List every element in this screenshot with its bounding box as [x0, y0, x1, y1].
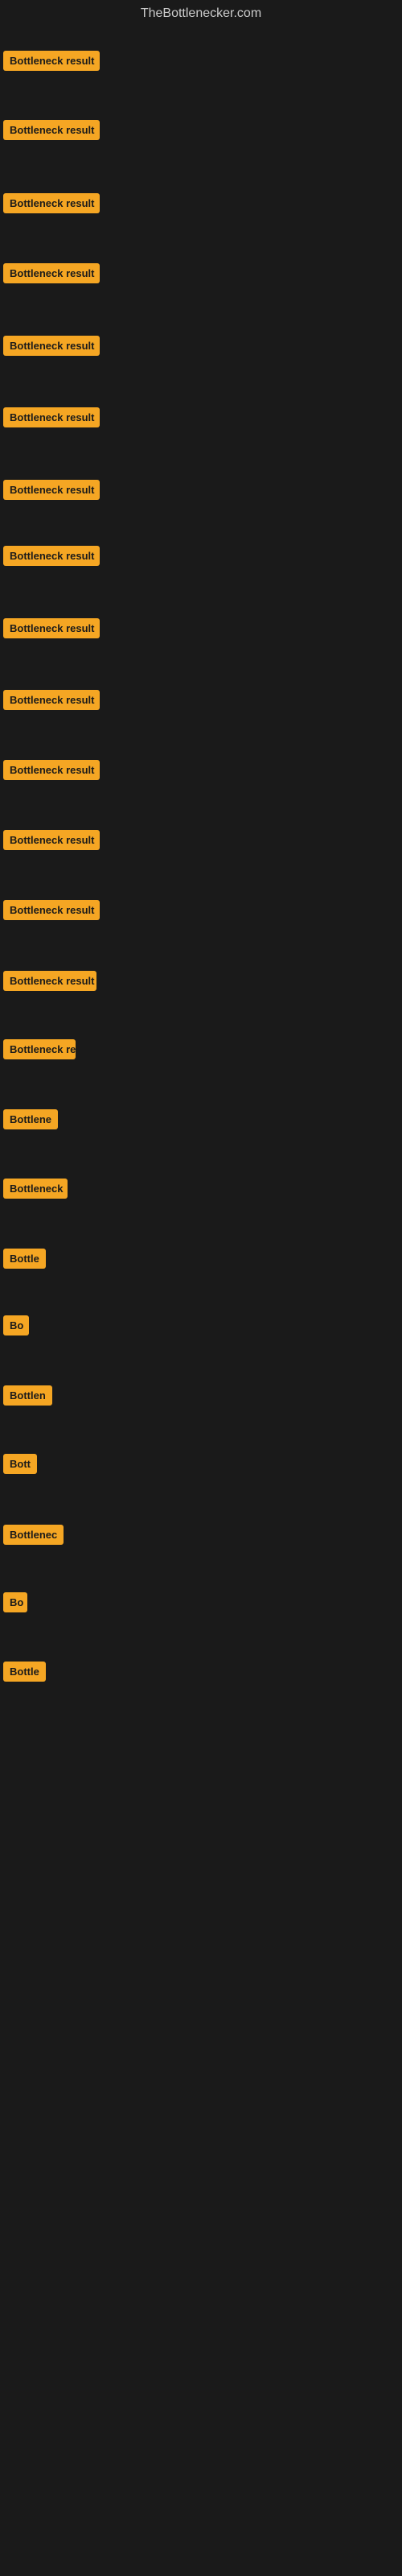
list-item: Bottleneck result — [0, 613, 103, 647]
bottleneck-badge[interactable]: Bottleneck — [3, 1179, 68, 1199]
list-item: Bottleneck result — [0, 966, 100, 1000]
list-item: Bottleneck result — [0, 475, 103, 509]
bottleneck-badge[interactable]: Bo — [3, 1592, 27, 1612]
bottleneck-badge[interactable]: Bottleneck result — [3, 336, 100, 356]
bottleneck-badge[interactable]: Bottleneck result — [3, 690, 100, 710]
list-item: Bottle — [0, 1657, 49, 1690]
list-item: Bottlene — [0, 1104, 61, 1138]
bottleneck-badge[interactable]: Bottleneck result — [3, 760, 100, 780]
list-item: Bottleneck result — [0, 402, 103, 436]
bottleneck-badge[interactable]: Bottleneck result — [3, 830, 100, 850]
list-item: Bottleneck result — [0, 258, 103, 292]
list-item: Bo — [0, 1587, 31, 1621]
list-item: Bottleneck result — [0, 825, 103, 859]
page-container: TheBottlenecker.com Bottleneck result Bot… — [0, 0, 402, 2576]
bottleneck-badge[interactable]: Bottleneck result — [3, 618, 100, 638]
bottleneck-badge[interactable]: Bottlene — [3, 1109, 58, 1129]
list-item: Bottle — [0, 1244, 49, 1278]
bottleneck-badge[interactable]: Bottleneck result — [3, 480, 100, 500]
bottleneck-badge[interactable]: Bottleneck result — [3, 971, 96, 991]
bottleneck-badge[interactable]: Bo — [3, 1315, 29, 1335]
list-item: Bottleneck — [0, 1174, 71, 1208]
bottleneck-badge[interactable]: Bottle — [3, 1662, 46, 1682]
bottleneck-badge[interactable]: Bottleneck result — [3, 546, 100, 566]
bottleneck-badge[interactable]: Bott — [3, 1454, 37, 1474]
list-item: Bottleneck result — [0, 685, 103, 719]
list-item: Bottleneck result — [0, 895, 103, 929]
list-item: Bottlenec — [0, 1520, 67, 1554]
list-item: Bottlen — [0, 1381, 55, 1414]
bottleneck-badge[interactable]: Bottlen — [3, 1385, 52, 1406]
bottleneck-badge[interactable]: Bottle — [3, 1249, 46, 1269]
list-item: Bottleneck result — [0, 115, 103, 149]
bottleneck-badge[interactable]: Bottleneck re — [3, 1039, 76, 1059]
list-item: Bottleneck result — [0, 188, 103, 222]
bottleneck-badge[interactable]: Bottlenec — [3, 1525, 64, 1545]
list-item: Bottleneck result — [0, 331, 103, 365]
bottleneck-badge[interactable]: Bottleneck result — [3, 900, 100, 920]
bottleneck-badge[interactable]: Bottleneck result — [3, 51, 100, 71]
bottleneck-badge[interactable]: Bottleneck result — [3, 193, 100, 213]
bottleneck-badge[interactable]: Bottleneck result — [3, 263, 100, 283]
site-title: TheBottlenecker.com — [0, 0, 402, 24]
list-item: Bottleneck result — [0, 46, 103, 80]
list-item: Bottleneck result — [0, 541, 103, 575]
list-item: Bo — [0, 1311, 32, 1344]
bottleneck-badge[interactable]: Bottleneck result — [3, 120, 100, 140]
list-item: Bottleneck result — [0, 755, 103, 789]
list-item: Bottleneck re — [0, 1034, 79, 1068]
bottleneck-badge[interactable]: Bottleneck result — [3, 407, 100, 427]
list-item: Bott — [0, 1449, 40, 1483]
